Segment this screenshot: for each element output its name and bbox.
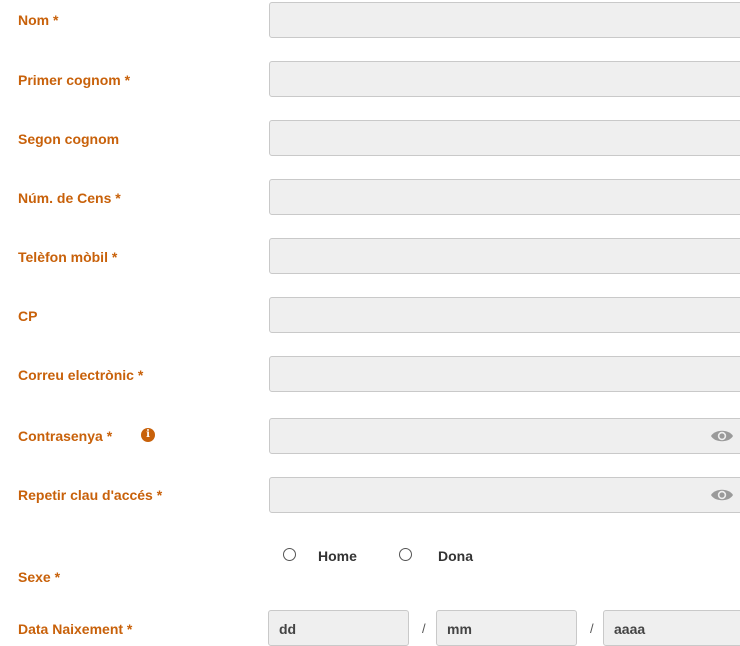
nom-input[interactable] [269,2,740,38]
eye-icon[interactable] [710,487,734,503]
label-contrasenya: Contrasenya * [18,428,113,444]
label-repetir-clau: Repetir clau d'accés * [18,487,163,503]
birth-month-input[interactable]: mm [436,610,577,646]
label-data-naixement: Data Naixement * [18,621,133,637]
cp-input[interactable] [269,297,740,333]
eye-icon[interactable] [710,428,734,444]
repetir-clau-input[interactable] [269,477,740,513]
label-cp: CP [18,308,38,324]
label-telefon-mobil: Telèfon mòbil * [18,249,118,265]
contrasenya-input[interactable] [269,418,740,454]
label-sexe: Sexe * [18,569,61,585]
date-separator: / [422,621,426,636]
segon-cognom-input[interactable] [269,120,740,156]
primer-cognom-input[interactable] [269,61,740,97]
label-primer-cognom: Primer cognom * [18,72,131,88]
date-separator: / [590,621,594,636]
num-cens-input[interactable] [269,179,740,215]
label-num-cens: Núm. de Cens * [18,190,121,206]
birth-day-input[interactable]: dd [268,610,409,646]
radio-home[interactable] [283,548,296,561]
telefon-mobil-input[interactable] [269,238,740,274]
info-circle-icon[interactable]: i [141,428,155,442]
label-nom: Nom * [18,12,59,28]
correu-electronic-input[interactable] [269,356,740,392]
birth-year-input[interactable]: aaaa [603,610,740,646]
radio-dona-label[interactable]: Dona [438,548,473,564]
label-correu-electronic: Correu electrònic * [18,367,144,383]
radio-dona[interactable] [399,548,412,561]
label-segon-cognom: Segon cognom [18,131,120,147]
radio-home-label[interactable]: Home [318,548,357,564]
